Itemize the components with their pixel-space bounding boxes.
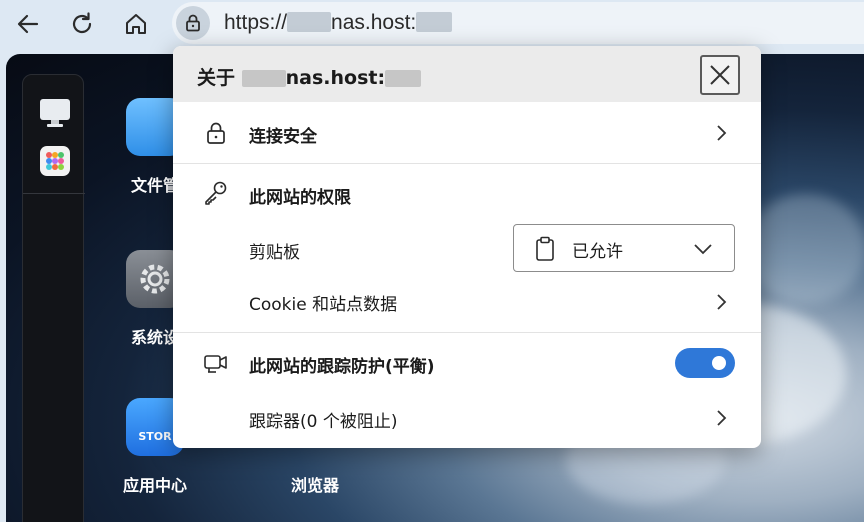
app-label: 应用中心 (122, 476, 187, 495)
chevron-right-icon (717, 294, 727, 310)
tracking-camera-icon (203, 350, 229, 376)
dock-divider (23, 193, 85, 194)
trackers-label: 跟踪器(0 个被阻止) (249, 412, 398, 432)
lock-icon (186, 14, 200, 32)
toggle-knob (712, 356, 726, 370)
monitor-icon[interactable] (39, 97, 71, 129)
redacted-title-port (385, 70, 422, 87)
clipboard-icon (536, 236, 554, 261)
redacted-url-part (287, 12, 332, 32)
popup-title-host: nas.host: (285, 67, 386, 89)
redacted-title-part (241, 70, 286, 87)
popup-title: 关于 nas.host: (197, 63, 422, 90)
tracking-prevention-toggle[interactable] (675, 348, 735, 378)
close-icon (710, 65, 730, 85)
url-host: nas.host: (331, 11, 417, 34)
chevron-right-icon (717, 410, 727, 426)
key-icon (203, 180, 229, 206)
cookie-site-data-row[interactable]: Cookie 和站点数据 (173, 274, 761, 332)
url-text: https:// nas.host: (224, 11, 453, 35)
site-info-button[interactable] (176, 6, 210, 40)
clipboard-permission-select[interactable]: 已允许 (513, 224, 735, 272)
home-icon (126, 14, 146, 34)
clipboard-permission-value: 已允许 (572, 242, 623, 262)
side-dock (22, 74, 85, 522)
chevron-right-icon (717, 125, 727, 141)
app-grid-icon[interactable] (39, 145, 71, 177)
popup-header: 关于 nas.host: (173, 46, 761, 102)
clipboard-label: 剪贴板 (249, 243, 300, 263)
cookie-label: Cookie 和站点数据 (249, 295, 398, 315)
popup-title-prefix: 关于 (197, 67, 236, 89)
chevron-down-icon (694, 244, 712, 255)
tracking-prevention-label: 此网站的跟踪防护(平衡) (249, 357, 435, 377)
refresh-button[interactable] (64, 6, 100, 42)
permissions-header-row: 此网站的权限 (173, 164, 761, 220)
trackers-row[interactable]: 跟踪器(0 个被阻止) (173, 390, 761, 446)
redacted-port (416, 12, 453, 32)
lock-icon (203, 120, 229, 146)
store-tile-text: STOR (138, 429, 172, 443)
app-label: 浏览器 (290, 476, 339, 495)
back-button[interactable] (10, 6, 46, 42)
tracking-prevention-row: 此网站的跟踪防护(平衡) (173, 333, 761, 393)
browser-toolbar: https:// nas.host: (0, 0, 864, 50)
back-arrow-icon (17, 14, 39, 34)
earth-clouds-3 (746, 194, 864, 304)
connection-secure-label: 连接安全 (249, 127, 317, 147)
refresh-icon (72, 12, 92, 34)
home-button[interactable] (118, 6, 154, 42)
address-bar[interactable]: https:// nas.host: (172, 2, 864, 44)
connection-secure-row[interactable]: 连接安全 (173, 102, 761, 164)
permissions-label: 此网站的权限 (249, 188, 351, 208)
url-scheme: https:// (224, 11, 288, 34)
close-button[interactable] (700, 55, 740, 95)
site-info-popup: 关于 nas.host: 连接安全 此网站的权限 剪贴板 已允许 Cookie … (173, 46, 761, 448)
